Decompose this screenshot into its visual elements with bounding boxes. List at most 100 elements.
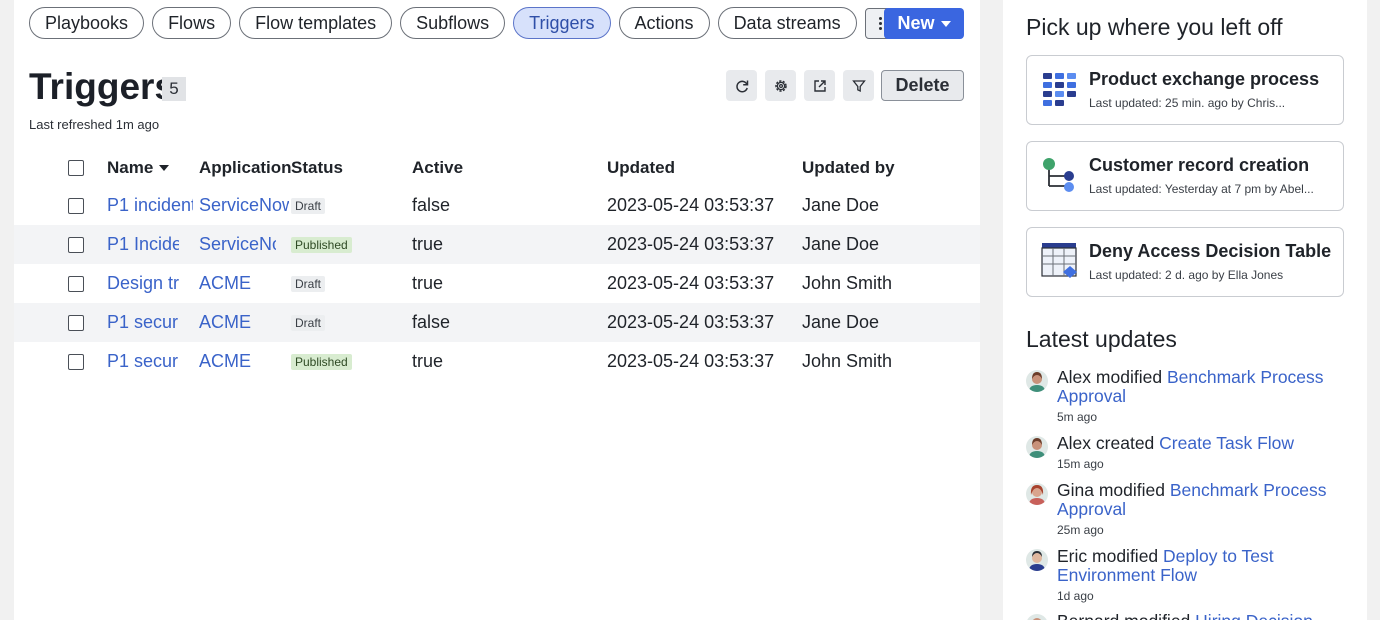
application-link[interactable]: ACME: [199, 342, 276, 381]
updated-cell: 2023-05-24 03:53:37: [607, 312, 775, 332]
tab-triggers[interactable]: Triggers: [513, 7, 611, 39]
card-title: Deny Access Decision Table: [1089, 241, 1332, 261]
card-subtitle: Last updated: 2 d. ago by Ella Jones: [1089, 268, 1284, 282]
column-application-header[interactable]: Application: [199, 148, 292, 187]
row-checkbox[interactable]: [68, 236, 84, 253]
tab-flow-templates[interactable]: Flow templates: [239, 7, 393, 39]
decision-table-icon: [1041, 243, 1077, 278]
table-row: Design trigger ACME Draft true 2023-05-2…: [14, 264, 980, 303]
status-cell: Published: [291, 225, 352, 264]
trigger-name-link[interactable]: Design trigger: [107, 264, 179, 303]
updated-cell: 2023-05-24 03:53:37: [607, 234, 775, 254]
status-badge: Draft: [291, 197, 326, 214]
recent-card[interactable]: Deny Access Decision Table Last updated:…: [1026, 227, 1344, 297]
recent-card[interactable]: Product exchange process Last updated: 2…: [1026, 55, 1344, 125]
application-link[interactable]: ACME: [199, 264, 276, 303]
avatar: [1026, 436, 1048, 458]
row-select-cell: [68, 225, 84, 264]
row-checkbox[interactable]: [68, 275, 84, 292]
update-actor: Eric: [1057, 546, 1088, 566]
update-actor: Alex: [1057, 367, 1092, 387]
new-button[interactable]: New: [884, 8, 964, 39]
refresh-button[interactable]: [726, 70, 757, 101]
active-cell: false: [412, 312, 451, 332]
update-actor: Gina: [1057, 480, 1094, 500]
filter-button[interactable]: [843, 70, 874, 101]
row-select-cell: [68, 264, 84, 303]
row-checkbox[interactable]: [68, 353, 84, 370]
avatar: [1026, 614, 1048, 620]
tab-actions[interactable]: Actions: [618, 7, 710, 39]
status-badge: Draft: [291, 314, 326, 331]
column-updated-header[interactable]: Updated: [607, 148, 675, 187]
column-name-header[interactable]: Name: [107, 148, 170, 187]
card-title: Customer record creation: [1089, 155, 1310, 175]
row-checkbox[interactable]: [68, 197, 84, 214]
tab-subflows[interactable]: Subflows: [400, 7, 506, 39]
pickup-heading: Pick up where you left off: [1026, 14, 1283, 40]
active-cell: true: [412, 351, 444, 371]
trigger-name-link[interactable]: P1 incident: [107, 186, 193, 225]
update-time: 25m ago: [1057, 523, 1104, 537]
count-badge: 5: [162, 77, 186, 101]
column-name-label: Name: [107, 157, 154, 177]
tab-data-streams[interactable]: Data streams: [717, 7, 857, 39]
update-target-link[interactable]: Benchmark Process Approval: [1057, 480, 1326, 519]
export-button[interactable]: [804, 70, 835, 101]
updated-cell: 2023-05-24 03:53:37: [607, 195, 775, 215]
card-subtitle: Last updated: 25 min. ago by Chris...: [1089, 96, 1286, 110]
table-row: P1 security ACME Draft false 2023-05-24 …: [14, 303, 980, 342]
trigger-name-link[interactable]: P1 security: [107, 303, 179, 342]
update-verb: modified: [1124, 611, 1190, 620]
updated-by-cell: John Smith: [802, 351, 893, 371]
select-all-checkbox[interactable]: [68, 159, 84, 176]
recent-card[interactable]: Customer record creation Last updated: Y…: [1026, 141, 1344, 211]
column-updated-by-header[interactable]: Updated by: [802, 148, 895, 187]
tab-flows[interactable]: Flows: [152, 7, 232, 39]
application-link[interactable]: ServiceNow CSM: [199, 186, 289, 225]
kebab-icon: [878, 16, 882, 31]
row-checkbox[interactable]: [68, 314, 84, 331]
application-link[interactable]: ServiceNow CSM: [199, 225, 276, 264]
trigger-name-link[interactable]: P1 security trigger: [107, 342, 179, 381]
updated-by-cell: John Smith: [802, 273, 893, 293]
avatar: [1026, 549, 1048, 571]
row-select-cell: [68, 303, 84, 342]
main-panel: Playbooks Flows Flow templates Subflows …: [14, 0, 980, 620]
trigger-name-link[interactable]: P1 Incident trigger: [107, 225, 179, 264]
update-verb: modified: [1095, 367, 1163, 387]
column-active-header[interactable]: Active: [412, 148, 463, 187]
active-cell: false: [412, 195, 451, 215]
updated-cell: 2023-05-24 03:53:37: [607, 351, 775, 371]
update-verb: created: [1095, 433, 1155, 453]
status-cell: Draft: [291, 186, 326, 225]
new-button-label: New: [897, 13, 935, 33]
delete-button[interactable]: Delete: [881, 70, 964, 101]
export-icon: [813, 79, 826, 92]
application-link[interactable]: ACME: [199, 303, 276, 342]
flow-grid-icon: [1043, 73, 1076, 106]
avatar: [1026, 370, 1048, 392]
page-title: Triggers: [29, 66, 175, 107]
update-verb: modified: [1098, 480, 1165, 500]
status-cell: Draft: [291, 303, 326, 342]
filter-icon: [851, 79, 866, 92]
active-cell: true: [412, 273, 444, 293]
column-status-header[interactable]: Status: [291, 148, 343, 187]
row-select-cell: [68, 186, 84, 225]
status-cell: Draft: [291, 264, 326, 303]
active-cell: true: [412, 234, 444, 254]
update-time: 1d ago: [1057, 589, 1094, 603]
update-target-link[interactable]: Deploy to Test Environment Flow: [1057, 546, 1274, 585]
caret-down-icon: [940, 20, 951, 27]
gear-icon: [774, 79, 787, 92]
status-cell: Published: [291, 342, 352, 381]
status-badge: Draft: [291, 275, 326, 292]
status-badge: Published: [291, 236, 352, 253]
update-target-link[interactable]: Create Task Flow: [1159, 433, 1294, 453]
update-actor: Bernard: [1057, 611, 1119, 620]
table-header-row: Name Application Status Active Updated U…: [14, 148, 980, 187]
refresh-icon: [735, 80, 748, 92]
settings-button[interactable]: [765, 70, 796, 101]
tab-playbooks[interactable]: Playbooks: [29, 7, 145, 39]
